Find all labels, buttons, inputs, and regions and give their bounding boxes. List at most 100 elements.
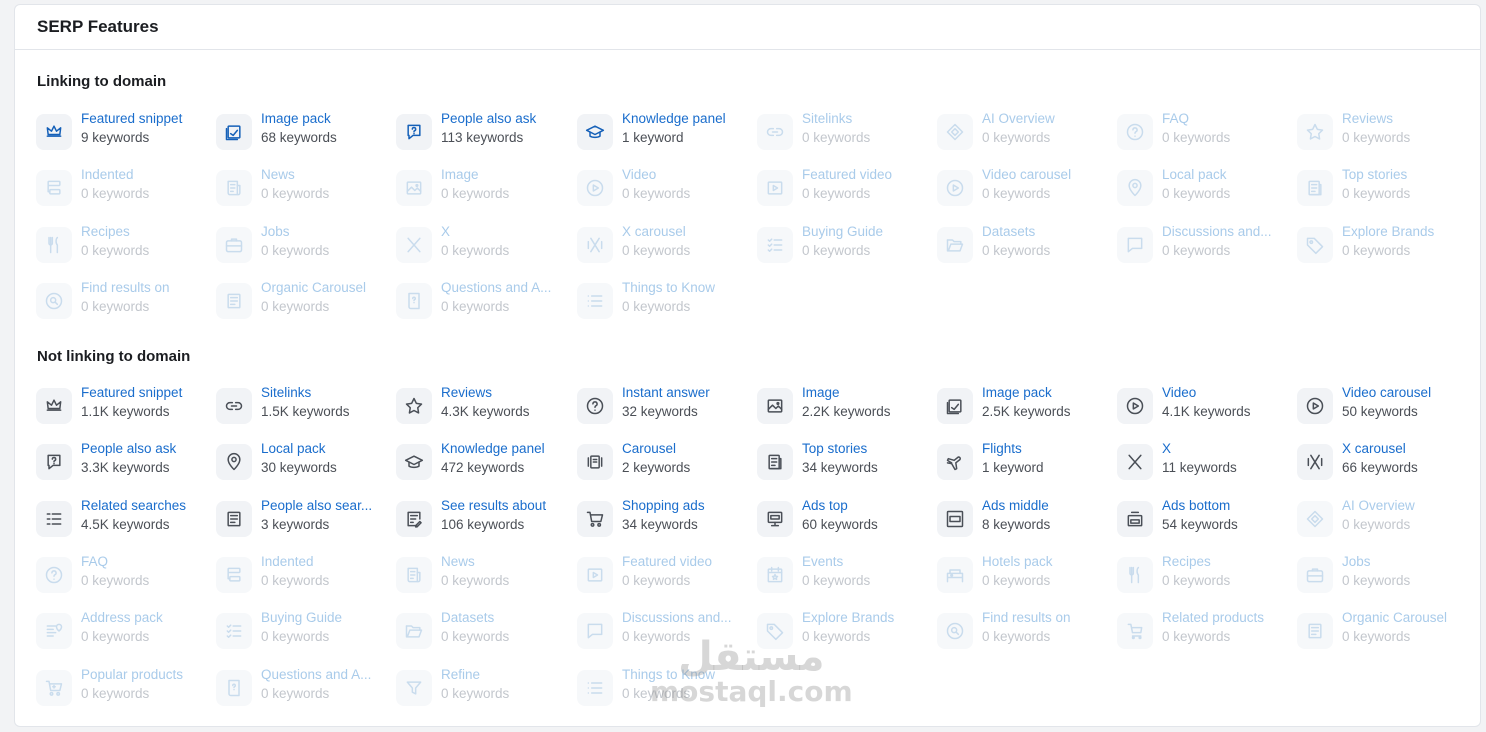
top-stories-icon [757,444,793,480]
image-pack-icon [937,388,973,424]
ai-diamond-icon [1297,501,1333,537]
feature-faq[interactable]: FAQ 0 keywords [1117,111,1287,155]
feature-sitelinks[interactable]: Sitelinks 0 keywords [757,111,927,155]
feature-label: Image pack [982,385,1052,400]
feature-sitelinks[interactable]: Sitelinks 1.5K keywords [216,385,386,429]
feature-discussions-and[interactable]: Discussions and... 0 keywords [1117,224,1287,268]
feature-datasets[interactable]: Datasets 0 keywords [396,610,566,654]
feature-count: 0 keywords [81,573,150,588]
feature-ads-top[interactable]: Ads top 60 keywords [757,498,927,542]
feature-events[interactable]: Events 0 keywords [757,554,927,598]
feature-datasets[interactable]: Datasets 0 keywords [937,224,1107,268]
serp-features-card: SERP Features Linking to domain Featured… [14,4,1481,727]
feature-questions-and-a[interactable]: Questions and A... 0 keywords [216,667,386,711]
feature-local-pack[interactable]: Local pack 30 keywords [216,441,386,485]
feature-image[interactable]: Image 2.2K keywords [757,385,927,429]
feature-x-carousel[interactable]: X carousel 0 keywords [577,224,747,268]
star-icon [1297,114,1333,150]
feature-image-pack[interactable]: Image pack 68 keywords [216,111,386,155]
feature-image-pack[interactable]: Image pack 2.5K keywords [937,385,1107,429]
feature-refine[interactable]: Refine 0 keywords [396,667,566,711]
feature-see-results-about[interactable]: See results about 106 keywords [396,498,566,542]
image-icon [396,170,432,206]
feature-count: 0 keywords [261,686,330,701]
feature-ads-middle[interactable]: Ads middle 8 keywords [937,498,1107,542]
feature-featured-video[interactable]: Featured video 0 keywords [757,167,927,211]
feature-count: 60 keywords [802,517,878,532]
feature-hotels-pack[interactable]: Hotels pack 0 keywords [937,554,1107,598]
feature-count: 0 keywords [802,186,871,201]
feature-knowledge-panel[interactable]: Knowledge panel 1 keyword [577,111,747,155]
chat-square-icon [1117,227,1153,263]
feature-ads-bottom[interactable]: Ads bottom 54 keywords [1117,498,1287,542]
feature-people-also-ask[interactable]: People also ask 113 keywords [396,111,566,155]
feature-label: News [261,167,295,182]
folder-open-icon [396,613,432,649]
feature-video[interactable]: Video 0 keywords [577,167,747,211]
feature-jobs[interactable]: Jobs 0 keywords [1297,554,1467,598]
feature-find-results-on[interactable]: Find results on 0 keywords [36,280,206,324]
feature-shopping-ads[interactable]: Shopping ads 34 keywords [577,498,747,542]
feature-count: 34 keywords [622,517,698,532]
feature-instant-answer[interactable]: Instant answer 32 keywords [577,385,747,429]
feature-label: Featured video [802,167,893,182]
feature-video-carousel[interactable]: Video carousel 0 keywords [937,167,1107,211]
feature-video[interactable]: Video 4.1K keywords [1117,385,1287,429]
feature-people-also-ask[interactable]: People also ask 3.3K keywords [36,441,206,485]
feature-top-stories[interactable]: Top stories 0 keywords [1297,167,1467,211]
feature-count: 8 keywords [982,517,1051,532]
feature-organic-carousel[interactable]: Organic Carousel 0 keywords [1297,610,1467,654]
feature-featured-snippet[interactable]: Featured snippet 1.1K keywords [36,385,206,429]
search-circle-icon [36,283,72,319]
feature-x[interactable]: X 0 keywords [396,224,566,268]
feature-count: 0 keywords [1162,243,1231,258]
feature-image[interactable]: Image 0 keywords [396,167,566,211]
feature-top-stories[interactable]: Top stories 34 keywords [757,441,927,485]
feature-buying-guide[interactable]: Buying Guide 0 keywords [216,610,386,654]
feature-count: 0 keywords [81,686,150,701]
feature-ai-overview[interactable]: AI Overview 0 keywords [937,111,1107,155]
feature-x[interactable]: X 11 keywords [1117,441,1287,485]
feature-people-also-sear[interactable]: People also sear... 3 keywords [216,498,386,542]
feature-label: Sitelinks [802,111,853,126]
feature-count: 34 keywords [802,460,878,475]
feature-local-pack[interactable]: Local pack 0 keywords [1117,167,1287,211]
feature-recipes[interactable]: Recipes 0 keywords [1117,554,1287,598]
feature-popular-products[interactable]: Popular products 0 keywords [36,667,206,711]
feature-x-carousel[interactable]: X carousel 66 keywords [1297,441,1467,485]
feature-organic-carousel[interactable]: Organic Carousel 0 keywords [216,280,386,324]
feature-explore-brands[interactable]: Explore Brands 0 keywords [1297,224,1467,268]
feature-find-results-on[interactable]: Find results on 0 keywords [937,610,1107,654]
feature-indented[interactable]: Indented 0 keywords [216,554,386,598]
feature-related-products[interactable]: Related products 0 keywords [1117,610,1287,654]
feature-label: AI Overview [1342,498,1415,513]
feature-recipes[interactable]: Recipes 0 keywords [36,224,206,268]
feature-ai-overview[interactable]: AI Overview 0 keywords [1297,498,1467,542]
feature-video-carousel[interactable]: Video carousel 50 keywords [1297,385,1467,429]
feature-reviews[interactable]: Reviews 4.3K keywords [396,385,566,429]
feature-reviews[interactable]: Reviews 0 keywords [1297,111,1467,155]
feature-buying-guide[interactable]: Buying Guide 0 keywords [757,224,927,268]
feature-knowledge-panel[interactable]: Knowledge panel 472 keywords [396,441,566,485]
feature-jobs[interactable]: Jobs 0 keywords [216,224,386,268]
x-logo-icon [1117,444,1153,480]
feature-things-to-know[interactable]: Things to Know 0 keywords [577,667,747,711]
feature-news[interactable]: News 0 keywords [396,554,566,598]
feature-discussions-and[interactable]: Discussions and... 0 keywords [577,610,747,654]
feature-flights[interactable]: Flights 1 keyword [937,441,1107,485]
feature-featured-video[interactable]: Featured video 0 keywords [577,554,747,598]
feature-explore-brands[interactable]: Explore Brands 0 keywords [757,610,927,654]
folder-open-icon [937,227,973,263]
news-icon [396,557,432,593]
feature-related-searches[interactable]: Related searches 4.5K keywords [36,498,206,542]
feature-featured-snippet[interactable]: Featured snippet 9 keywords [36,111,206,155]
feature-things-to-know[interactable]: Things to Know 0 keywords [577,280,747,324]
feature-questions-and-a[interactable]: Questions and A... 0 keywords [396,280,566,324]
feature-address-pack[interactable]: Address pack 0 keywords [36,610,206,654]
feature-indented[interactable]: Indented 0 keywords [36,167,206,211]
feature-faq[interactable]: FAQ 0 keywords [36,554,206,598]
feature-news[interactable]: News 0 keywords [216,167,386,211]
related-list-icon [36,501,72,537]
feature-carousel[interactable]: Carousel 2 keywords [577,441,747,485]
feature-label: Find results on [982,610,1071,625]
